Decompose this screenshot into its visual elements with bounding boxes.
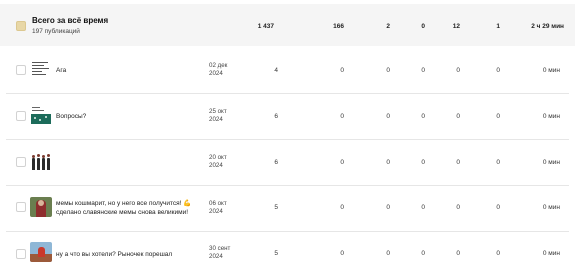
watch-time-value: 0 мин bbox=[542, 250, 560, 257]
col4-value: 0 bbox=[421, 159, 425, 166]
col2-value: 0 bbox=[340, 159, 344, 166]
col5-value: 0 bbox=[456, 113, 460, 120]
row-checkbox[interactable] bbox=[16, 157, 26, 167]
views-value: 5 bbox=[274, 250, 278, 257]
col2-value: 0 bbox=[340, 204, 344, 211]
publications-stats-table: Всего за всё время 197 публикаций 1 437 … bbox=[0, 0, 575, 269]
watch-time-value: 0 мин bbox=[542, 204, 560, 211]
summary-row: Всего за всё время 197 публикаций 1 437 … bbox=[0, 4, 575, 46]
col3-value: 0 bbox=[386, 67, 390, 74]
publication-title[interactable]: ну а что вы хотели? Рыночек порешал bbox=[56, 250, 206, 259]
views-value: 6 bbox=[274, 113, 278, 120]
col4-value: 0 bbox=[421, 113, 425, 120]
summary-subtitle: 197 публикаций bbox=[32, 28, 80, 35]
col6-value: 0 bbox=[496, 159, 500, 166]
views-value: 6 bbox=[274, 159, 278, 166]
table-row[interactable]: Ага 02 дек 2024 4 0 0 0 0 0 0 мин bbox=[0, 49, 575, 93]
summary-watch-time: 2 ч 29 мин bbox=[531, 23, 564, 30]
col2-value: 0 bbox=[340, 67, 344, 74]
watch-time-value: 0 мин bbox=[542, 113, 560, 120]
col2-value: 0 bbox=[340, 250, 344, 257]
col4-value: 0 bbox=[421, 204, 425, 211]
summary-col6: 1 bbox=[496, 23, 500, 30]
col5-value: 0 bbox=[456, 159, 460, 166]
street-photo-thumbnail[interactable] bbox=[30, 242, 52, 262]
col5-value: 0 bbox=[456, 67, 460, 74]
summary-col2: 166 bbox=[333, 23, 344, 30]
row-checkbox[interactable] bbox=[16, 111, 26, 121]
col3-value: 0 bbox=[386, 159, 390, 166]
select-all-checkbox[interactable] bbox=[16, 21, 26, 31]
table-row[interactable]: мемы кошмарит, но у него все получится! … bbox=[0, 186, 575, 231]
publication-title[interactable]: мемы кошмарит, но у него все получится! … bbox=[56, 199, 206, 217]
col5-value: 0 bbox=[456, 204, 460, 211]
table-row[interactable]: ну а что вы хотели? Рыночек порешал 30 с… bbox=[0, 232, 575, 269]
table-row[interactable]: 20 окт 2024 6 0 0 0 0 0 0 мин bbox=[0, 140, 575, 185]
summary-title: Всего за всё время bbox=[32, 16, 109, 25]
col6-value: 0 bbox=[496, 113, 500, 120]
row-checkbox[interactable] bbox=[16, 202, 26, 212]
green-slide-thumbnail[interactable] bbox=[30, 105, 52, 125]
col6-value: 0 bbox=[496, 204, 500, 211]
table-row[interactable]: Вопросы? 25 окт 2024 6 0 0 0 0 0 0 мин bbox=[0, 94, 575, 139]
col6-value: 0 bbox=[496, 250, 500, 257]
col4-value: 0 bbox=[421, 250, 425, 257]
summary-views: 1 437 bbox=[257, 23, 274, 30]
col5-value: 0 bbox=[456, 250, 460, 257]
summary-col5: 12 bbox=[452, 23, 460, 30]
col2-value: 0 bbox=[340, 113, 344, 120]
publication-title[interactable]: Ага bbox=[56, 66, 206, 75]
summary-col4: 0 bbox=[421, 23, 425, 30]
watch-time-value: 0 мин bbox=[542, 67, 560, 74]
col3-value: 0 bbox=[386, 204, 390, 211]
watch-time-value: 0 мин bbox=[542, 159, 560, 166]
col3-value: 0 bbox=[386, 250, 390, 257]
group-figures-thumbnail[interactable] bbox=[30, 151, 52, 171]
col6-value: 0 bbox=[496, 67, 500, 74]
row-checkbox[interactable] bbox=[16, 249, 26, 259]
row-checkbox[interactable] bbox=[16, 65, 26, 75]
summary-col3: 2 bbox=[386, 23, 390, 30]
notes-thumbnail[interactable] bbox=[30, 59, 52, 79]
person-photo-thumbnail[interactable] bbox=[30, 197, 52, 217]
views-value: 5 bbox=[274, 204, 278, 211]
views-value: 4 bbox=[274, 67, 278, 74]
publication-title[interactable]: Вопросы? bbox=[56, 112, 206, 121]
col4-value: 0 bbox=[421, 67, 425, 74]
col3-value: 0 bbox=[386, 113, 390, 120]
